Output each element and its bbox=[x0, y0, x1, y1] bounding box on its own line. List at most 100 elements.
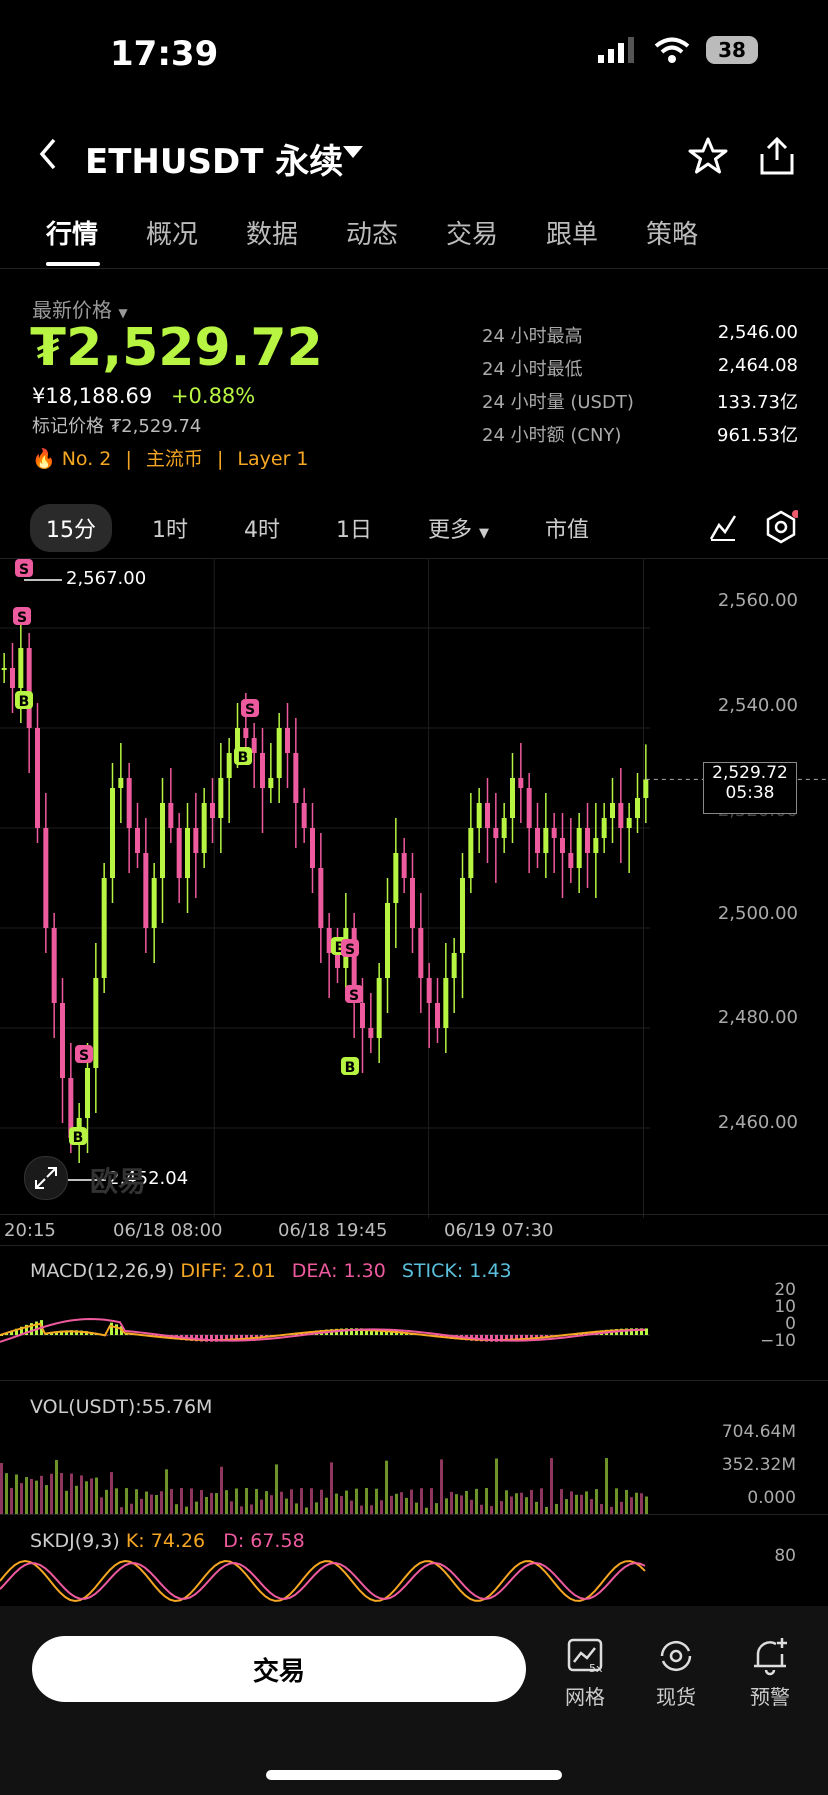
volume-bar bbox=[555, 1503, 558, 1514]
trade-signal-label: B bbox=[73, 1130, 84, 1146]
tab-market[interactable]: 行情 bbox=[46, 214, 146, 251]
tab-data[interactable]: 数据 bbox=[246, 214, 346, 251]
volume-bar bbox=[75, 1485, 78, 1514]
rank-tag[interactable]: No. 2 bbox=[62, 448, 112, 470]
volume-bar bbox=[435, 1503, 438, 1514]
skdj-legend: SKDJ(9,3) K: 74.26 D: 67.58 bbox=[30, 1530, 305, 1552]
candle-body bbox=[485, 803, 490, 828]
trade-signal-label: S bbox=[345, 942, 355, 958]
favorite-star-icon[interactable] bbox=[688, 136, 728, 180]
fullscreen-button[interactable] bbox=[24, 1156, 68, 1200]
volume-bar bbox=[65, 1490, 68, 1514]
interval-more[interactable]: 更多 ▼ bbox=[412, 504, 505, 552]
volume-bar bbox=[355, 1488, 358, 1514]
y-tick: 2,500.00 bbox=[717, 903, 798, 924]
volume-bar bbox=[170, 1489, 173, 1514]
tab-overview[interactable]: 概况 bbox=[146, 214, 246, 251]
candle-body bbox=[376, 978, 382, 1038]
volume-bar bbox=[50, 1473, 53, 1514]
stat-row: 24 小时额 (CNY) 961.53亿 bbox=[482, 425, 798, 446]
volume-bar bbox=[220, 1466, 223, 1514]
grid-button[interactable]: 5x 网格 bbox=[545, 1636, 625, 1710]
volume-bar bbox=[465, 1490, 468, 1514]
interval-1d[interactable]: 1日 bbox=[320, 504, 388, 552]
volume-bar bbox=[580, 1494, 583, 1514]
volume-bar bbox=[440, 1459, 443, 1514]
mark-price-row: 标记价格 ₮2,529.74 bbox=[32, 412, 201, 438]
candle-body bbox=[60, 1003, 65, 1078]
candle-body bbox=[501, 818, 507, 838]
candle-body bbox=[551, 828, 557, 838]
settings-icon[interactable] bbox=[764, 510, 800, 548]
candle-body bbox=[126, 778, 132, 828]
candle-body bbox=[460, 878, 465, 953]
back-button[interactable] bbox=[36, 136, 60, 182]
x-tick: 06/18 19:45 bbox=[278, 1220, 388, 1241]
candle-body bbox=[168, 803, 174, 828]
volume-bar bbox=[90, 1478, 93, 1514]
candle-body bbox=[643, 779, 649, 798]
interval-15m[interactable]: 15分 bbox=[30, 504, 112, 552]
candle-body bbox=[601, 818, 607, 838]
interval-bar: 15分 1时 4时 1日 更多 ▼ 市值 bbox=[30, 504, 629, 552]
tab-trade[interactable]: 交易 bbox=[446, 214, 546, 251]
candle-body bbox=[476, 803, 482, 828]
interval-1h[interactable]: 1时 bbox=[136, 504, 204, 552]
volume-bar bbox=[535, 1501, 538, 1514]
indicator-icon[interactable] bbox=[708, 512, 738, 546]
volume-bar bbox=[520, 1492, 523, 1514]
volume-bar bbox=[105, 1489, 108, 1514]
volume-bar bbox=[475, 1488, 478, 1514]
volume-bar bbox=[330, 1462, 333, 1514]
volume-bar bbox=[285, 1498, 288, 1514]
grid-bot-icon: 5x bbox=[567, 1638, 603, 1675]
layer-tag[interactable]: Layer 1 bbox=[237, 448, 308, 470]
volume-bar bbox=[130, 1503, 133, 1514]
volume-bar bbox=[420, 1488, 423, 1514]
volume-bar bbox=[360, 1505, 363, 1514]
vol-axis: 704.64M 352.32M 0.000 bbox=[721, 1422, 796, 1508]
volume-bar bbox=[205, 1496, 208, 1514]
candle-body bbox=[185, 828, 190, 878]
candle-body bbox=[268, 778, 274, 788]
volume-bar bbox=[45, 1485, 48, 1514]
candle-body bbox=[326, 928, 332, 953]
current-price-tag: 2,529.72 05:38 bbox=[703, 762, 797, 814]
volume-bar bbox=[565, 1499, 568, 1514]
tab-copy[interactable]: 跟单 bbox=[546, 214, 646, 251]
pair-title[interactable]: ETHUSDT 永续 bbox=[85, 134, 343, 183]
volume-bar bbox=[480, 1504, 483, 1514]
volume-bar bbox=[225, 1490, 228, 1514]
candle-body bbox=[93, 978, 99, 1068]
stat-row: 24 小时最高 2,546.00 bbox=[482, 322, 798, 347]
volume-bar bbox=[645, 1496, 648, 1514]
pair-dropdown-icon[interactable] bbox=[343, 146, 363, 158]
alert-button[interactable]: 预警 bbox=[730, 1636, 810, 1710]
candle-body bbox=[43, 828, 49, 928]
volume-bar bbox=[250, 1504, 253, 1514]
interval-marketcap[interactable]: 市值 bbox=[529, 504, 605, 552]
x-tick: 06/19 07:30 bbox=[444, 1220, 554, 1241]
volume-bar bbox=[335, 1493, 338, 1514]
volume-bar bbox=[175, 1504, 178, 1514]
volume-bar bbox=[200, 1490, 203, 1514]
high-marker: 2,567.00 bbox=[66, 568, 147, 589]
interval-4h[interactable]: 4时 bbox=[228, 504, 296, 552]
volume-bar bbox=[295, 1503, 298, 1514]
divider bbox=[0, 1380, 828, 1381]
candle-body bbox=[226, 753, 232, 778]
volume-bar bbox=[265, 1491, 268, 1514]
trade-button[interactable]: 交易 bbox=[32, 1636, 526, 1702]
tab-news[interactable]: 动态 bbox=[346, 214, 446, 251]
trade-signal-label: S bbox=[349, 988, 359, 1004]
signal-icon bbox=[598, 37, 634, 63]
tab-strategy[interactable]: 策略 bbox=[646, 214, 746, 251]
volume-bar bbox=[625, 1489, 628, 1514]
category-tag[interactable]: 主流币 bbox=[146, 448, 203, 470]
share-icon[interactable] bbox=[758, 136, 796, 180]
trade-signal-label: B bbox=[345, 1060, 356, 1076]
candle-body bbox=[251, 738, 257, 753]
volume-bar bbox=[370, 1505, 373, 1514]
spot-button[interactable]: 现货 bbox=[636, 1636, 716, 1710]
volume-bar bbox=[515, 1493, 518, 1514]
